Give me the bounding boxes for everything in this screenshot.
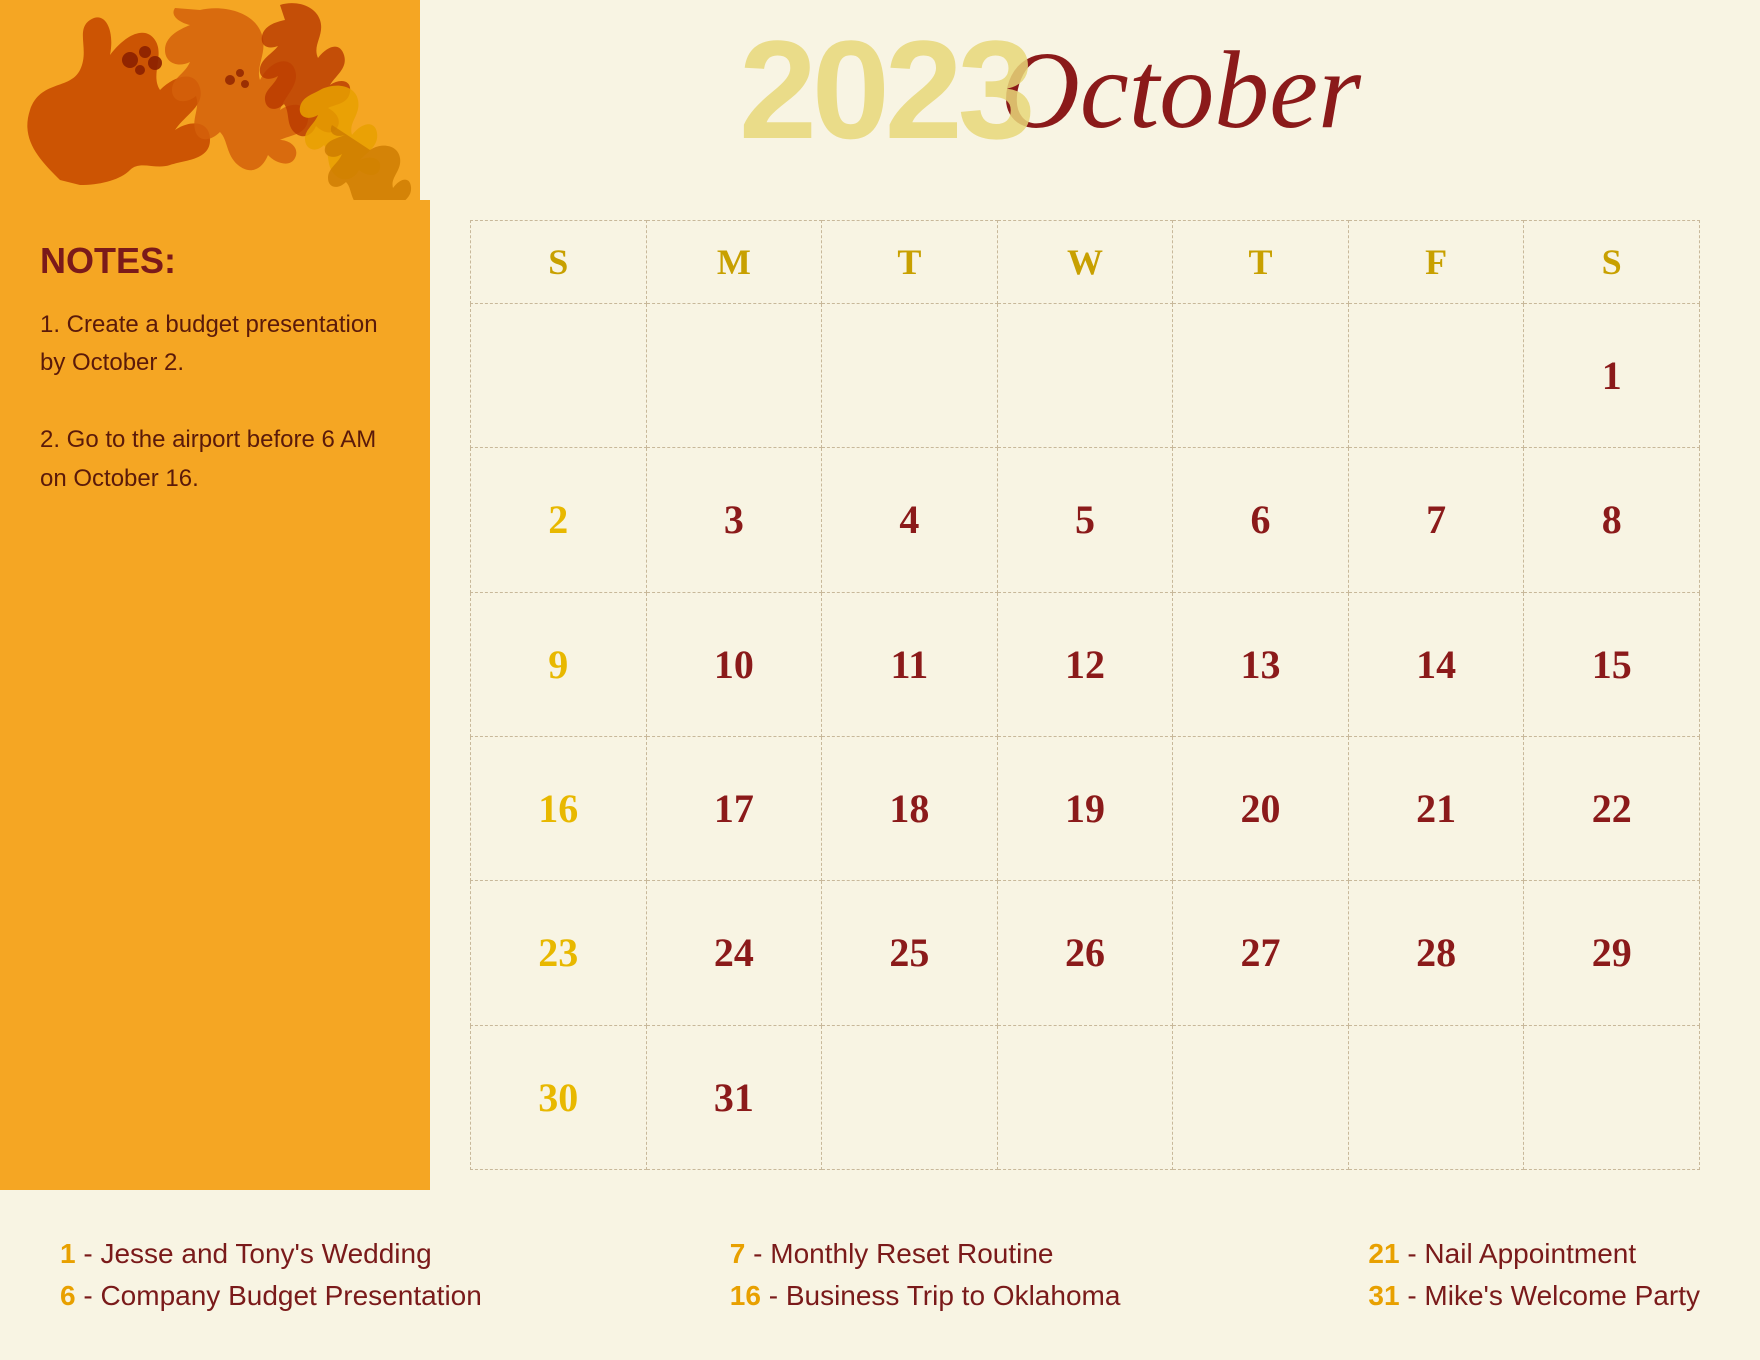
event-item: 7 - Monthly Reset Routine <box>730 1238 1121 1270</box>
day-header: T <box>1173 221 1349 304</box>
calendar-cell: 20 <box>1173 736 1349 880</box>
calendar-cell: 31 <box>646 1025 822 1169</box>
calendar-cell: 16 <box>471 736 647 880</box>
event-number: 31 <box>1368 1280 1399 1311</box>
calendar-cell: 5 <box>997 448 1173 592</box>
calendar-cell: 9 <box>471 592 647 736</box>
calendar-cell: 17 <box>646 736 822 880</box>
calendar-cell: 24 <box>646 881 822 1025</box>
event-number: 16 <box>730 1280 761 1311</box>
calendar-cell: 11 <box>822 592 998 736</box>
sidebar: NOTES: 1. Create a budget presentation b… <box>0 200 430 1190</box>
day-header: T <box>822 221 998 304</box>
event-item: 1 - Jesse and Tony's Wedding <box>60 1238 482 1270</box>
calendar-cell: 6 <box>1173 448 1349 592</box>
event-item: 16 - Business Trip to Oklahoma <box>730 1280 1121 1312</box>
event-item: 21 - Nail Appointment <box>1368 1238 1700 1270</box>
note-item-1: 1. Create a budget presentation by Octob… <box>40 306 390 383</box>
calendar-cell: 4 <box>822 448 998 592</box>
calendar-cell: 25 <box>822 881 998 1025</box>
calendar-cell: 1 <box>1524 304 1700 448</box>
calendar-cell: 28 <box>1348 881 1524 1025</box>
page: 2023 October NOTES: 1. Create a budget p… <box>0 0 1760 1360</box>
day-header: W <box>997 221 1173 304</box>
header: 2023 October <box>0 0 1760 200</box>
calendar-cell: 14 <box>1348 592 1524 736</box>
calendar-cell: 21 <box>1348 736 1524 880</box>
calendar-cell: 13 <box>1173 592 1349 736</box>
calendar-cell: 12 <box>997 592 1173 736</box>
calendar-cell: 18 <box>822 736 998 880</box>
calendar-cell <box>822 1025 998 1169</box>
calendar-cell: 29 <box>1524 881 1700 1025</box>
day-header: M <box>646 221 822 304</box>
events-column-2: 7 - Monthly Reset Routine 16 - Business T… <box>730 1220 1121 1330</box>
day-header: F <box>1348 221 1524 304</box>
main-content: NOTES: 1. Create a budget presentation b… <box>0 200 1760 1190</box>
calendar-cell: 19 <box>997 736 1173 880</box>
calendar-cell <box>646 304 822 448</box>
event-number: 21 <box>1368 1238 1399 1269</box>
calendar-cell: 22 <box>1524 736 1700 880</box>
leaf-decoration <box>0 0 420 200</box>
calendar-cell <box>1524 1025 1700 1169</box>
notes-title: NOTES: <box>40 240 390 282</box>
year-text: 2023 <box>739 20 1030 160</box>
calendar-cell: 23 <box>471 881 647 1025</box>
calendar-cell: 8 <box>1524 448 1700 592</box>
calendar-cell: 10 <box>646 592 822 736</box>
event-number: 7 <box>730 1238 746 1269</box>
notes-text: 1. Create a budget presentation by Octob… <box>40 306 390 498</box>
calendar-cell: 26 <box>997 881 1173 1025</box>
calendar-cell <box>1173 304 1349 448</box>
note-item-2: 2. Go to the airport before 6 AM on Octo… <box>40 421 390 498</box>
calendar-cell: 27 <box>1173 881 1349 1025</box>
title-area: 2023 October <box>420 0 1760 160</box>
calendar-cell: 2 <box>471 448 647 592</box>
calendar-cell: 3 <box>646 448 822 592</box>
event-number: 1 <box>60 1238 76 1269</box>
calendar-cell <box>1348 304 1524 448</box>
event-number: 6 <box>60 1280 76 1311</box>
events-column-1: 1 - Jesse and Tony's Wedding 6 - Company … <box>60 1220 482 1330</box>
calendar-cell: 15 <box>1524 592 1700 736</box>
events-footer: 1 - Jesse and Tony's Wedding 6 - Company … <box>0 1190 1760 1360</box>
calendar-table: SMTWTFS 12345678910111213141516171819202… <box>470 220 1700 1170</box>
calendar-area: SMTWTFS 12345678910111213141516171819202… <box>430 200 1700 1190</box>
calendar-cell <box>997 304 1173 448</box>
day-header: S <box>471 221 647 304</box>
calendar-cell: 7 <box>1348 448 1524 592</box>
day-header: S <box>1524 221 1700 304</box>
calendar-cell <box>822 304 998 448</box>
event-item: 31 - Mike's Welcome Party <box>1368 1280 1700 1312</box>
calendar-cell: 30 <box>471 1025 647 1169</box>
calendar-cell <box>1173 1025 1349 1169</box>
events-column-3: 21 - Nail Appointment 31 - Mike's Welcome… <box>1368 1220 1700 1330</box>
calendar-cell <box>997 1025 1173 1169</box>
month-text: October <box>1000 35 1360 145</box>
event-item: 6 - Company Budget Presentation <box>60 1280 482 1312</box>
calendar-cell <box>1348 1025 1524 1169</box>
calendar-cell <box>471 304 647 448</box>
